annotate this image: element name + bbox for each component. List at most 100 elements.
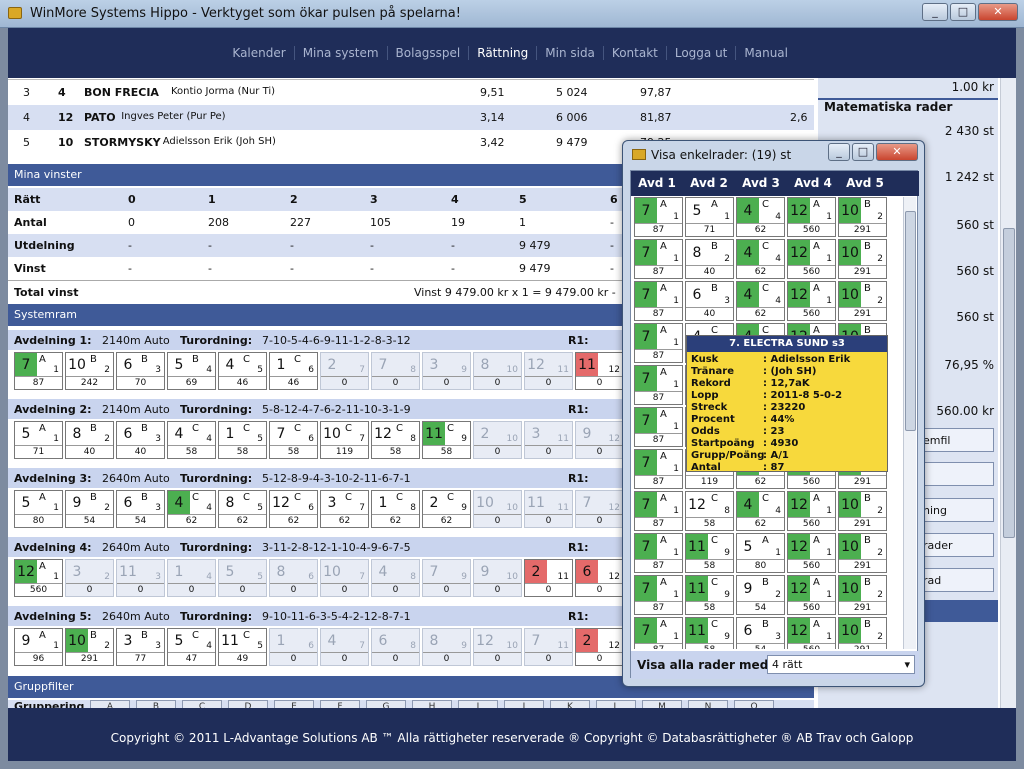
nav-item-0[interactable]: Kalender bbox=[224, 46, 293, 60]
horse-cell[interactable]: 11 11 0 bbox=[524, 490, 573, 528]
horse-cell[interactable]: 7 A 1 87 bbox=[14, 352, 63, 390]
popup-cell[interactable]: 5 A 1 80 bbox=[736, 533, 785, 573]
horse-cell[interactable]: 3 11 0 bbox=[524, 421, 573, 459]
page-scroll-thumb[interactable] bbox=[1003, 228, 1015, 538]
horse-cell[interactable]: 3 20 bbox=[65, 559, 114, 597]
horse-cell[interactable]: 10 B 2 291 bbox=[65, 628, 114, 666]
popup-cell[interactable]: 12A1560 bbox=[787, 239, 836, 279]
popup-cell[interactable]: 7A187 bbox=[634, 407, 683, 447]
popup-cell[interactable]: 4C462 bbox=[736, 239, 785, 279]
horse-cell[interactable]: 12 A 1 560 bbox=[14, 559, 63, 597]
nav-item-7[interactable]: Manual bbox=[735, 46, 796, 60]
popup-cell[interactable]: 4C462 bbox=[736, 491, 785, 531]
popup-cell[interactable]: 10B2291 bbox=[838, 617, 887, 649]
horse-cell[interactable]: 10 B 2 242 bbox=[65, 352, 114, 390]
side-button-ning[interactable]: ning bbox=[918, 498, 994, 522]
side-button-blank[interactable] bbox=[918, 462, 994, 486]
popup-maximize-button[interactable]: □ bbox=[852, 143, 874, 161]
popup-cell[interactable]: 7A187 bbox=[634, 281, 683, 321]
popup-cell[interactable]: 5 A 1 71 bbox=[685, 197, 734, 237]
nav-item-4[interactable]: Min sida bbox=[536, 46, 603, 60]
nav-item-5[interactable]: Kontakt bbox=[602, 46, 666, 60]
popup-cell[interactable]: 12A1560 bbox=[787, 197, 836, 237]
nav-item-2[interactable]: Bolagsspel bbox=[386, 46, 469, 60]
horse-cell[interactable]: 2 70 bbox=[320, 352, 369, 390]
popup-scrollbar[interactable] bbox=[903, 197, 916, 649]
gruppering-button-O[interactable]: O bbox=[734, 700, 774, 708]
horse-cell[interactable]: 5 A 1 71 bbox=[14, 421, 63, 459]
popup-cell[interactable]: 10B2291 bbox=[838, 533, 887, 573]
horse-cell[interactable]: 4 70 bbox=[320, 628, 369, 666]
horse-cell[interactable]: 9 B 2 54 bbox=[65, 490, 114, 528]
horse-cell[interactable]: 10 C 7 119 bbox=[320, 421, 369, 459]
gruppering-button-A[interactable]: A bbox=[90, 700, 130, 708]
horse-cell[interactable]: 12 11 0 bbox=[524, 352, 573, 390]
horse-cell[interactable]: 10 7 0 bbox=[320, 559, 369, 597]
popup-cell[interactable]: 7A187 bbox=[634, 323, 683, 363]
horse-cell[interactable]: 6 B 3 54 bbox=[116, 490, 165, 528]
horse-cell[interactable]: 12 C 8 58 bbox=[371, 421, 420, 459]
popup-cell[interactable]: 10B2291 bbox=[838, 239, 887, 279]
popup-cell[interactable]: 10B2291 bbox=[838, 491, 887, 531]
horse-cell[interactable]: 4 80 bbox=[371, 559, 420, 597]
popup-cell[interactable]: 11C958 bbox=[685, 533, 734, 573]
horse-cell[interactable]: 5 A 1 80 bbox=[14, 490, 63, 528]
popup-cell[interactable]: 7A187 bbox=[634, 365, 683, 405]
gruppering-button-E[interactable]: E bbox=[274, 700, 314, 708]
horse-cell[interactable]: 7 C 6 58 bbox=[269, 421, 318, 459]
horse-cell[interactable]: 5 B 4 69 bbox=[167, 352, 216, 390]
gruppering-button-I[interactable]: I bbox=[458, 700, 498, 708]
horse-cell[interactable]: 1 C 5 58 bbox=[218, 421, 267, 459]
horse-cell[interactable]: 5 C 4 47 bbox=[167, 628, 216, 666]
page-scrollbar[interactable] bbox=[1000, 78, 1016, 708]
popup-cell[interactable]: 7A187 bbox=[634, 617, 683, 649]
popup-cell[interactable]: 7A187 bbox=[634, 239, 683, 279]
horse-cell[interactable]: 6 80 bbox=[371, 628, 420, 666]
horse-cell[interactable]: 12 10 0 bbox=[473, 628, 522, 666]
horse-cell[interactable]: 1 40 bbox=[167, 559, 216, 597]
horse-cell[interactable]: 11 12 0 bbox=[575, 352, 624, 390]
gruppering-button-M[interactable]: M bbox=[642, 700, 682, 708]
nav-item-3[interactable]: Rättning bbox=[468, 46, 536, 60]
gruppering-button-J[interactable]: J bbox=[504, 700, 544, 708]
nav-item-1[interactable]: Mina system bbox=[293, 46, 387, 60]
horse-cell[interactable]: 7 80 bbox=[371, 352, 420, 390]
horse-cell[interactable]: 4 C 5 46 bbox=[218, 352, 267, 390]
popup-cell[interactable]: 12A1560 bbox=[787, 281, 836, 321]
popup-cell[interactable]: 11C958 bbox=[685, 617, 734, 649]
gruppering-button-N[interactable]: N bbox=[688, 700, 728, 708]
minimize-button[interactable]: _ bbox=[922, 3, 948, 21]
popup-cell[interactable]: 12 C 8 58 bbox=[685, 491, 734, 531]
horse-cell[interactable]: 9 A 1 96 bbox=[14, 628, 63, 666]
horse-cell[interactable]: 1 C 8 62 bbox=[371, 490, 420, 528]
horse-cell[interactable]: 7 11 0 bbox=[524, 628, 573, 666]
gruppering-button-K[interactable]: K bbox=[550, 700, 590, 708]
side-button-emfil[interactable]: emfil bbox=[918, 428, 994, 452]
gruppering-button-C[interactable]: C bbox=[182, 700, 222, 708]
horse-cell[interactable]: 1 60 bbox=[269, 628, 318, 666]
horse-cell[interactable]: 550 bbox=[218, 559, 267, 597]
horse-cell[interactable]: 6 12 0 bbox=[575, 559, 624, 597]
popup-cell[interactable]: 4C462 bbox=[736, 281, 785, 321]
popup-cell[interactable]: 7A187 bbox=[634, 449, 683, 489]
popup-cell[interactable]: 6B354 bbox=[736, 617, 785, 649]
horse-cell[interactable]: 9 12 0 bbox=[575, 421, 624, 459]
horse-cell[interactable]: 8 60 bbox=[269, 559, 318, 597]
horse-cell[interactable]: 4 C 4 62 bbox=[167, 490, 216, 528]
horse-cell[interactable]: 2 C 9 62 bbox=[422, 490, 471, 528]
popup-cell[interactable]: 4C462 bbox=[736, 197, 785, 237]
popup-cell[interactable]: 10B2291 bbox=[838, 281, 887, 321]
side-button-rader[interactable]: rader bbox=[918, 533, 994, 557]
horse-cell[interactable]: 3 C 7 62 bbox=[320, 490, 369, 528]
horse-cell[interactable]: 8 90 bbox=[422, 628, 471, 666]
horse-cell[interactable]: 4 C 4 58 bbox=[167, 421, 216, 459]
popup-cell[interactable]: 12A1560 bbox=[787, 491, 836, 531]
horse-cell[interactable]: 11 C 5 49 bbox=[218, 628, 267, 666]
horse-cell[interactable]: 2 11 0 bbox=[524, 559, 573, 597]
popup-cell[interactable]: 7A187 bbox=[634, 575, 683, 615]
popup-cell[interactable]: 11C958 bbox=[685, 575, 734, 615]
popup-cell[interactable]: 8 B 2 40 bbox=[685, 239, 734, 279]
horse-cell[interactable]: 6 B 3 70 bbox=[116, 352, 165, 390]
popup-scroll-thumb[interactable] bbox=[905, 211, 916, 431]
gruppering-button-H[interactable]: H bbox=[412, 700, 452, 708]
